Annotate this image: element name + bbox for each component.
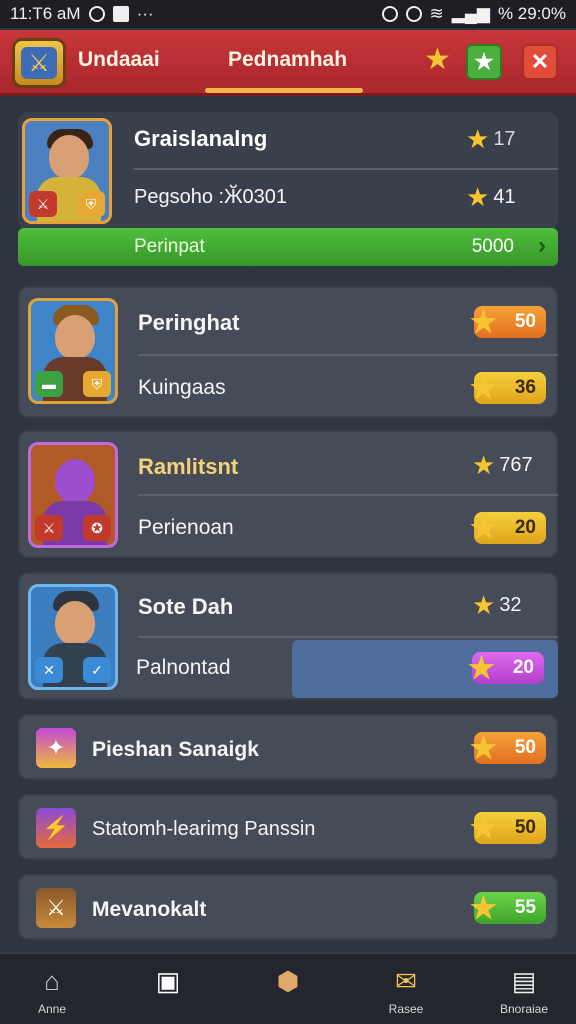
divider — [138, 494, 558, 496]
hero-subtitle: Pegsoho :Ӂ0301 — [134, 186, 288, 208]
sword-icon: ⚔ — [36, 888, 76, 928]
progress-label: Perinpat — [134, 236, 205, 257]
star-icon[interactable]: ★ — [424, 42, 451, 77]
hero-name: Graislanalng — [134, 126, 268, 151]
star-icon: ★ — [472, 590, 496, 620]
sword-shield-icon[interactable]: ⚔ — [12, 38, 66, 88]
hero-card[interactable]: ▬ ⛨ Peringhat ★ 50 Kuingaas ★ 36 — [18, 286, 558, 418]
divider — [138, 636, 558, 638]
hero-portrait: ▬ ⛨ — [28, 298, 118, 404]
hero-name-score: ★ 17 — [466, 124, 516, 154]
hero-name: Sote Dah — [138, 594, 234, 619]
nav-profile[interactable]: ▤ Bnoraiae — [484, 964, 564, 1017]
item-name: Statomh-learimg Panssin — [92, 818, 316, 840]
status-bar: 11:T6 aM ··· ≋ ▂▄▆ % 29:0% — [0, 0, 576, 28]
battery-readout: % 29:0% — [497, 4, 566, 23]
signal-icon: ▂▄▆ — [451, 4, 490, 23]
hero-subtitle: Palnontad — [136, 656, 231, 679]
vibrate-icon — [381, 6, 398, 22]
star-icon: ★ — [470, 812, 497, 845]
star-icon: ★ — [470, 732, 497, 765]
attack-badge-icon: ▬ — [35, 371, 63, 397]
alarm-icon — [405, 6, 422, 22]
chevron-right-icon: › — [538, 232, 546, 259]
hero-name: Ramlitsnt — [138, 454, 239, 479]
bottom-nav: ⌂ Anne ▣ ⬢ ✉ Rasee ▤ Bnoraiae — [0, 952, 576, 1024]
hero-subtitle: Kuingaas — [138, 376, 226, 399]
home-icon: ⌂ — [44, 965, 60, 996]
top-bar: ⚔ Undaaai Pednamhah ★ ★ ✕ — [0, 30, 576, 96]
nav-chest[interactable]: ⬢ — [248, 964, 328, 1002]
chest-icon: ⬢ — [276, 965, 300, 996]
score-badge: ★ 50 — [470, 812, 546, 844]
attack-badge-icon: ⚔ — [29, 191, 57, 217]
active-tab-indicator — [205, 88, 363, 93]
item-name: Mevanokalt — [92, 898, 207, 921]
score-badge: ★ 36 — [470, 372, 546, 404]
tab-first[interactable]: Undaaai — [78, 48, 160, 72]
more-icon: ··· — [136, 4, 154, 23]
enchant-icon: ⚡ — [36, 808, 76, 848]
star-icon: ★ — [470, 512, 497, 545]
divider — [138, 354, 558, 356]
hero-portrait: ⚔ ⛨ — [22, 118, 112, 224]
item-row[interactable]: ⚡ Statomh-learimg Panssin ★ 50 — [18, 794, 558, 860]
spell-icon: ✦ — [36, 728, 76, 768]
app-icon — [112, 6, 129, 22]
attack-badge-icon: ✕ — [35, 657, 63, 683]
item-name: Pieshan Sanaigk — [92, 738, 259, 761]
card-icon: ▣ — [155, 965, 181, 996]
score-badge: ★ 55 — [470, 892, 546, 924]
score-badge: ★ 50 — [470, 732, 546, 764]
star-icon: ★ — [472, 450, 496, 480]
defense-badge-icon: ⛨ — [83, 371, 111, 397]
nav-mail[interactable]: ✉ Rasee — [366, 964, 446, 1017]
hero-name-score: ★ 767 — [472, 450, 533, 480]
star-icon: ★ — [468, 652, 495, 685]
hero-portrait: ✕ ✓ — [28, 584, 118, 690]
star-icon: ★ — [466, 182, 490, 212]
divider — [134, 168, 558, 170]
wifi-icon: ≋ — [429, 4, 444, 23]
hero-name-score: ★ 32 — [472, 590, 522, 620]
clock: 11:T6 aM — [10, 4, 81, 23]
progress-bar[interactable]: Perinpat 5000 › — [18, 228, 558, 266]
notification-icon — [88, 6, 105, 22]
close-icon[interactable]: ✕ — [522, 44, 558, 80]
star-icon: ★ — [470, 372, 497, 405]
nav-home[interactable]: ⌂ Anne — [12, 964, 92, 1017]
score-badge: ★ 20 — [468, 652, 544, 684]
hero-card[interactable]: ⚔ ✪ Ramlitsnt ★ 767 Perienoan ★ 20 — [18, 430, 558, 558]
defense-badge-icon: ✓ — [83, 657, 111, 683]
featured-hero-card[interactable]: ⚔ ⛨ Graislanalng ★ 17 Pegsoho :Ӂ0301 ★ 41 — [18, 112, 558, 230]
nav-cards[interactable]: ▣ — [128, 964, 208, 1002]
star-badge-icon[interactable]: ★ — [466, 44, 502, 80]
defense-badge-icon: ⛨ — [77, 191, 105, 217]
tab-second[interactable]: Pednamhah — [228, 48, 347, 72]
item-row[interactable]: ✦ Pieshan Sanaigk ★ 50 — [18, 714, 558, 780]
defense-badge-icon: ✪ — [83, 515, 111, 541]
attack-badge-icon: ⚔ — [35, 515, 63, 541]
profile-icon: ▤ — [511, 965, 537, 996]
progress-value: 5000 — [471, 236, 514, 257]
star-icon: ★ — [466, 124, 490, 154]
score-badge: ★ 50 — [470, 306, 546, 338]
star-icon: ★ — [470, 892, 497, 925]
score-badge: ★ 20 — [470, 512, 546, 544]
hero-name: Peringhat — [138, 310, 240, 335]
mail-icon: ✉ — [395, 965, 417, 996]
hero-subtitle: Perienoan — [138, 516, 234, 539]
hero-sub-score: ★ 41 — [466, 182, 516, 212]
star-icon: ★ — [470, 306, 497, 339]
item-row[interactable]: ⚔ Mevanokalt ★ 55 — [18, 874, 558, 940]
hero-portrait: ⚔ ✪ — [28, 442, 118, 548]
